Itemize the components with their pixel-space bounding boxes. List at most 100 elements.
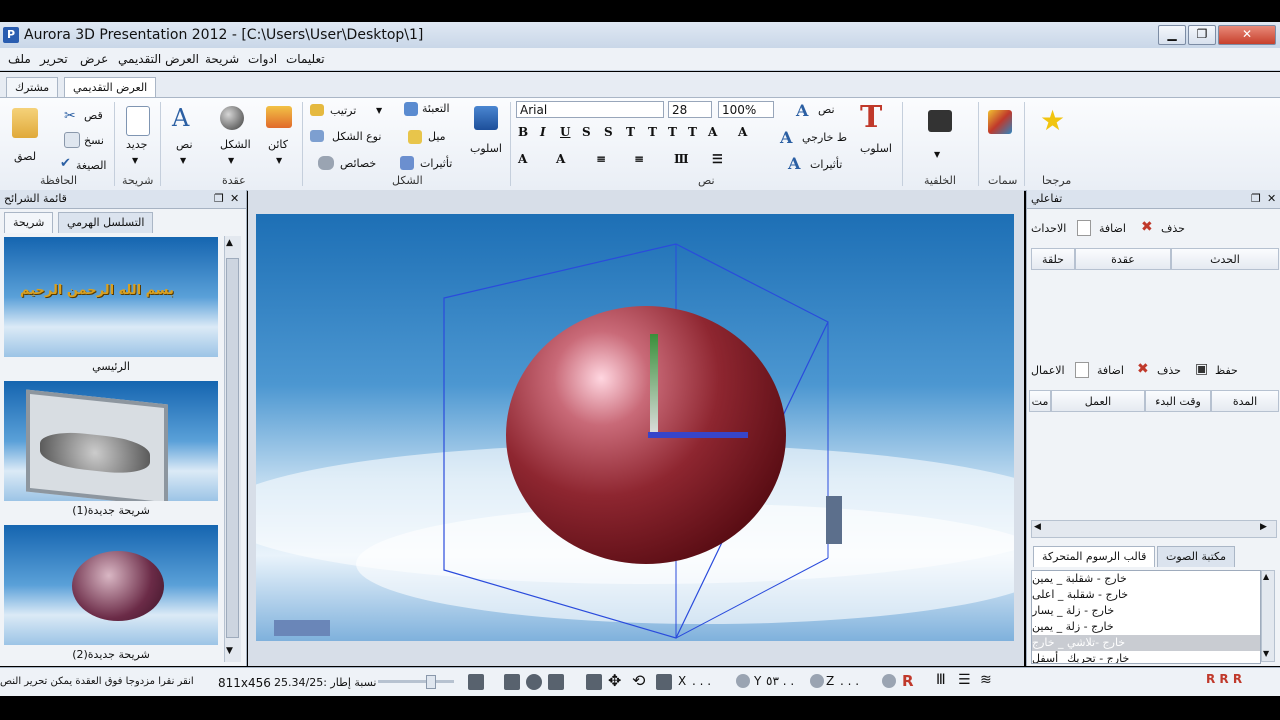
font-style-icon[interactable]: T	[648, 125, 657, 139]
text-effects-icon[interactable]: A	[788, 154, 800, 173]
outline-icon[interactable]: A	[780, 128, 792, 147]
background-icon[interactable]	[928, 110, 952, 132]
text-spacing-icon[interactable]: A	[556, 152, 565, 166]
actions-column-header[interactable]: مت	[1029, 390, 1051, 412]
events-column-header[interactable]: عقدة	[1075, 248, 1171, 270]
font-style-icon[interactable]: A	[738, 125, 747, 139]
underline-icon[interactable]: U	[560, 125, 570, 139]
fill-button[interactable]: التعبئة	[422, 102, 450, 115]
events-column-header[interactable]: حلقة	[1031, 248, 1075, 270]
events-column-header[interactable]: الحدث	[1171, 248, 1279, 270]
delete-icon[interactable]: ✖	[1137, 361, 1149, 377]
add-event-button[interactable]: اضافة	[1099, 222, 1126, 235]
shape-node-button[interactable]: الشكل	[220, 138, 251, 151]
cut-button[interactable]: قص	[84, 109, 103, 122]
slide-thumbnail-2[interactable]	[4, 381, 218, 501]
scroll-up-icon[interactable]: ▲	[1263, 572, 1269, 581]
scroll-up-icon[interactable]: ▲	[226, 238, 233, 248]
font-style-icon[interactable]: T	[668, 125, 677, 139]
font-family-select[interactable]: Arial	[516, 101, 664, 118]
text-style-button[interactable]: اسلوب	[860, 142, 892, 155]
star-icon[interactable]: ★	[1040, 104, 1065, 137]
text-style-icon[interactable]: T	[860, 100, 882, 135]
play-icon[interactable]	[526, 674, 542, 690]
object-node-icon[interactable]	[266, 106, 292, 128]
gizmo-x-axis[interactable]	[648, 432, 748, 438]
tilt-button[interactable]: ميل	[428, 130, 446, 143]
menu-help[interactable]: تعليمات	[286, 52, 325, 66]
menu-presentation[interactable]: العرض التقديمي	[118, 52, 199, 66]
strikethrough-icon[interactable]: S	[582, 125, 591, 139]
slide-thumbnail-1[interactable]: بسم الله الرحمن الرحيم	[4, 237, 218, 357]
box-tool-icon[interactable]	[586, 674, 602, 690]
actions-column-header[interactable]: وقت البدء	[1145, 390, 1211, 412]
properties-button[interactable]: خصائص	[340, 157, 376, 170]
actions-column-header[interactable]: العمل	[1051, 390, 1145, 412]
animation-item[interactable]: خارج - تحريك_ أسفل	[1032, 651, 1260, 663]
minimize-button[interactable]: ▁	[1158, 25, 1186, 45]
font-style-icon[interactable]: S	[604, 125, 613, 139]
columns-icon[interactable]: Ⅲ	[674, 152, 689, 166]
actions-column-header[interactable]: المدة	[1211, 390, 1279, 412]
chevron-down-icon[interactable]: ▼	[376, 106, 382, 115]
themes-icon[interactable]	[988, 110, 1012, 134]
text-button[interactable]: نص	[818, 103, 835, 116]
chevron-down-icon[interactable]: ▼	[934, 150, 940, 159]
scroll-down-icon[interactable]: ▼	[226, 646, 233, 656]
order-button[interactable]: ترتيب	[330, 104, 356, 117]
text-icon[interactable]: A	[796, 101, 808, 120]
delete-icon[interactable]: ✖	[1141, 219, 1153, 235]
move-tool-icon[interactable]: ✥	[608, 671, 621, 690]
font-size-select[interactable]: 28	[668, 101, 712, 118]
gizmo-y-axis[interactable]	[650, 334, 658, 434]
restore-button[interactable]: ❐	[1188, 25, 1216, 45]
italic-icon[interactable]: I	[540, 125, 546, 139]
chevron-down-icon[interactable]: ▼	[228, 156, 234, 165]
shape-style-button[interactable]: اسلوب	[470, 142, 502, 155]
paste-icon[interactable]	[12, 108, 38, 138]
menu-file[interactable]: ملف	[8, 52, 31, 66]
menu-view[interactable]: عرض	[80, 52, 108, 66]
shape-style-icon[interactable]	[474, 106, 498, 130]
reset-icon[interactable]	[882, 674, 896, 688]
status-right-icons[interactable]: R R R	[1206, 672, 1242, 686]
delete-action-button[interactable]: حذف	[1157, 364, 1181, 377]
frame-slider[interactable]	[378, 675, 454, 689]
shape-effects-icon[interactable]	[400, 156, 414, 170]
animation-item-selected[interactable]: خارج -تلاشي _ خارج	[1032, 635, 1260, 651]
scroll-left-icon[interactable]: ◀	[1034, 522, 1041, 532]
text-node-icon[interactable]: A	[172, 104, 189, 132]
list-icon[interactable]: ☰	[712, 152, 723, 166]
text-effects-button[interactable]: تأثيرات	[810, 158, 842, 171]
copy-button[interactable]: نسخ	[84, 134, 104, 147]
animation-item[interactable]: خارج - زلة _ يسار	[1032, 603, 1260, 619]
shape-type-icon[interactable]	[310, 130, 324, 142]
reset-icon[interactable]	[810, 674, 824, 688]
record-icon[interactable]	[548, 674, 564, 690]
save-icon[interactable]: ▣	[1195, 361, 1208, 377]
object-node-button[interactable]: كائن	[268, 138, 288, 151]
rotate-tool-icon[interactable]: ⟲	[632, 671, 645, 690]
x-value[interactable]: . . .	[692, 674, 711, 688]
properties-icon[interactable]	[318, 156, 334, 170]
new-slide-button[interactable]: جديد	[126, 138, 147, 151]
order-icon[interactable]	[310, 104, 324, 116]
tab-hierarchy[interactable]: التسلسل الهرمي	[58, 212, 154, 233]
align-left-icon[interactable]: Ⅲ	[936, 672, 946, 688]
fill-icon[interactable]	[404, 102, 418, 116]
text-color-icon[interactable]: A	[518, 152, 527, 166]
align-right-icon[interactable]: ≋	[980, 672, 992, 688]
zoom-select[interactable]: 100%	[718, 101, 774, 118]
record-r-icon[interactable]: R	[902, 672, 914, 690]
tab-presentation[interactable]: العرض التقديمي	[64, 77, 157, 98]
add-icon[interactable]	[1077, 220, 1091, 236]
font-style-icon[interactable]: T	[688, 125, 697, 139]
add-icon[interactable]	[1075, 362, 1089, 378]
horizontal-scrollbar[interactable]: ◀ ▶	[1031, 520, 1277, 538]
slide-thumbnail-3[interactable]	[4, 525, 218, 645]
save-button[interactable]: حفظ	[1215, 364, 1238, 377]
align-center-icon[interactable]: ☰	[958, 672, 971, 688]
shape-type-button[interactable]: نوع الشكل	[332, 130, 381, 143]
copy-icon[interactable]	[64, 132, 80, 148]
animation-item[interactable]: خارج - شقلبة _ يمين	[1032, 571, 1260, 587]
